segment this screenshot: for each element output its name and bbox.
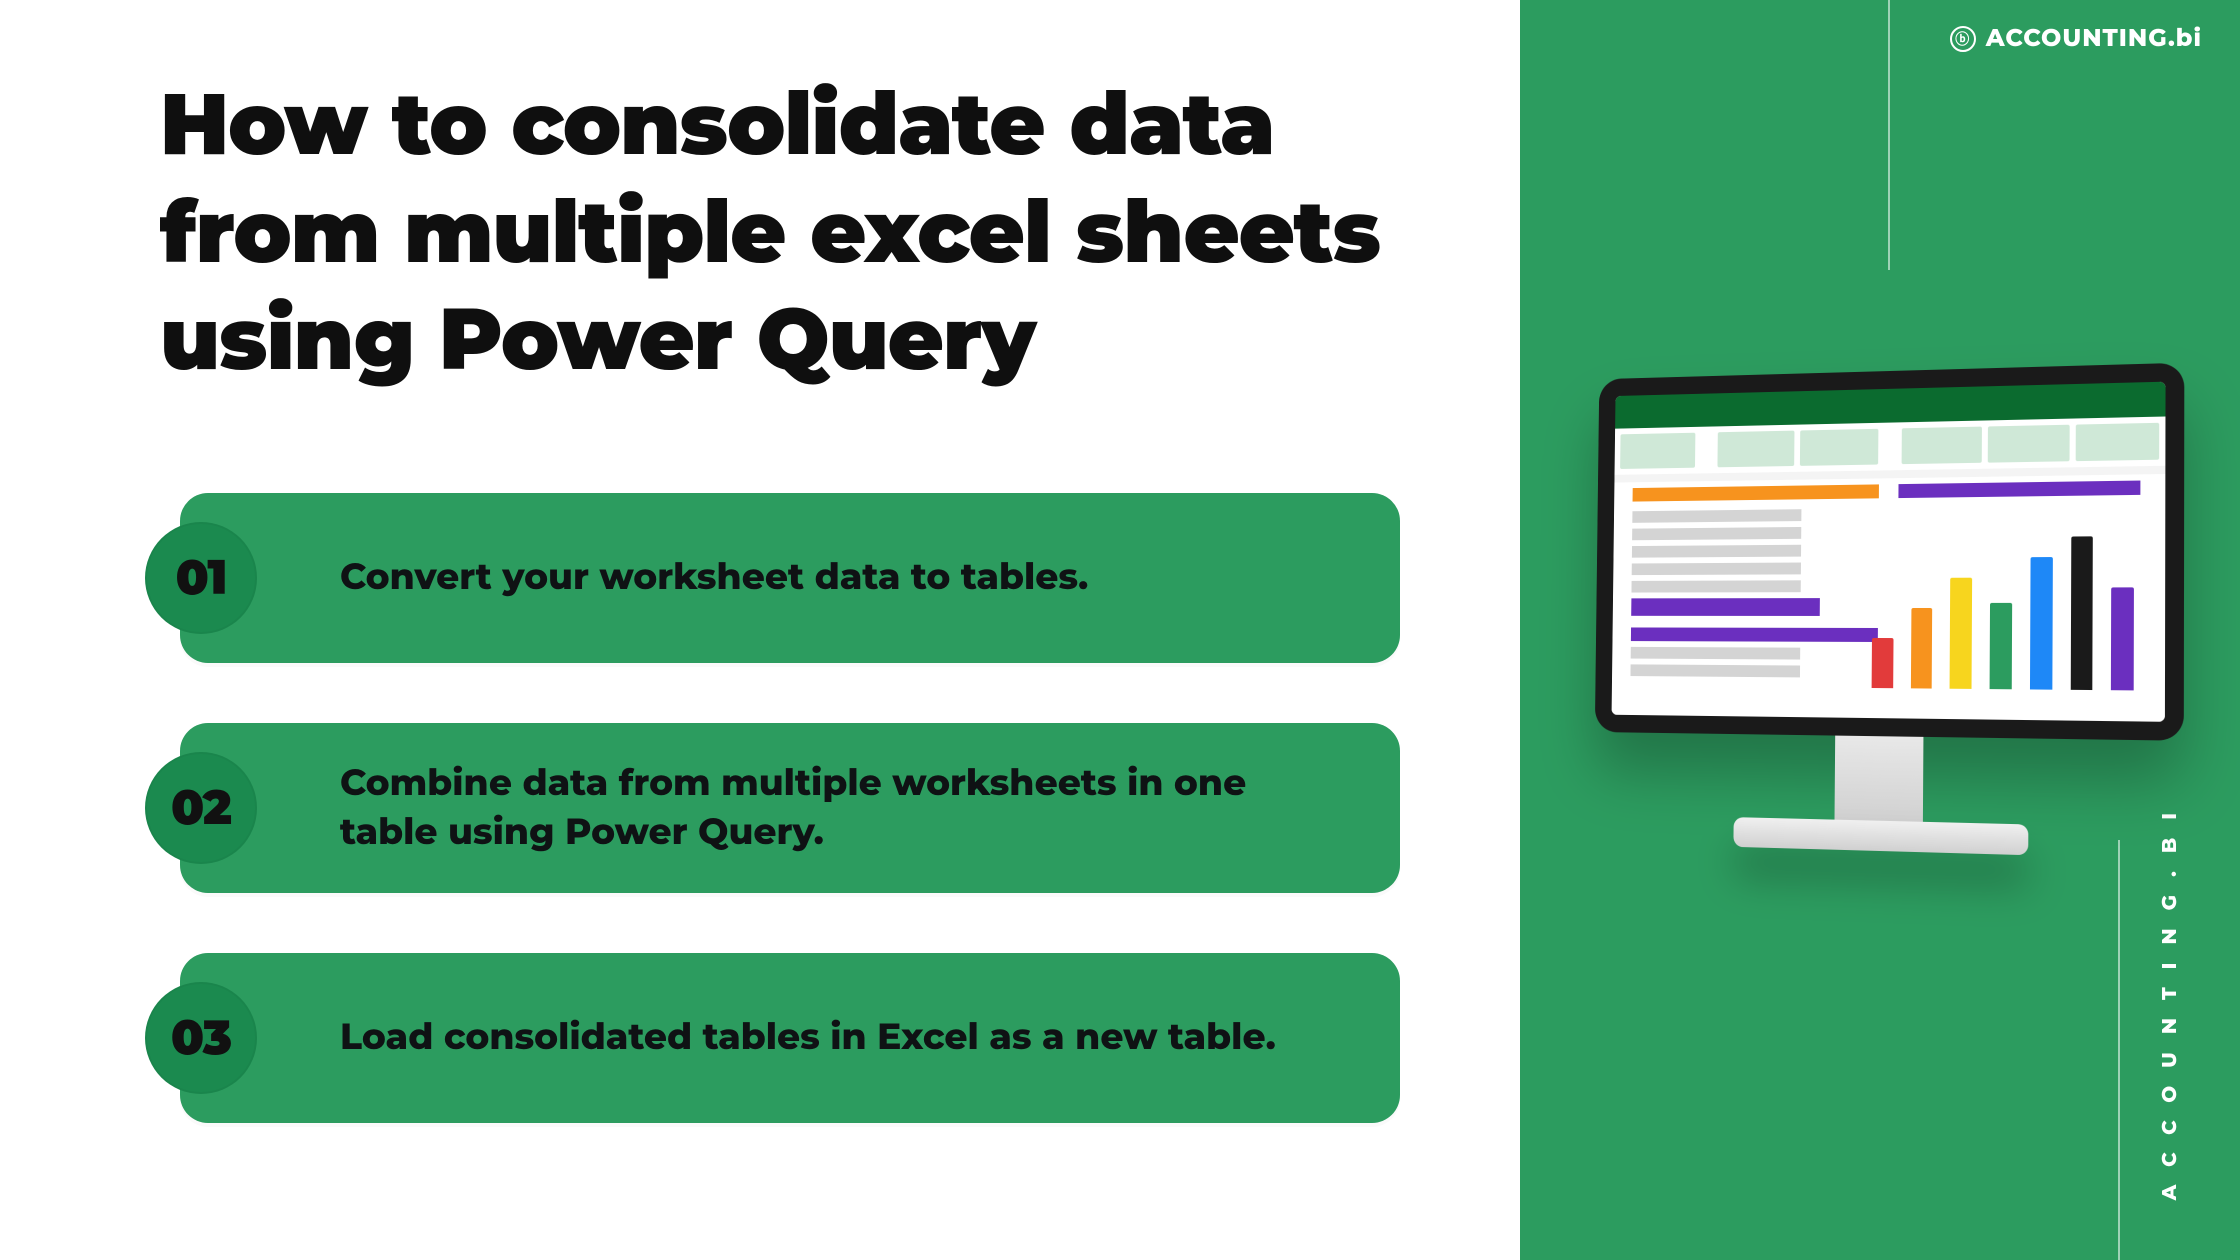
monitor-illustration xyxy=(1593,363,2184,860)
monitor-base xyxy=(1733,817,2028,855)
page-title: How to consolidate data from multiple ex… xyxy=(160,70,1400,393)
decorative-line xyxy=(1888,0,1890,270)
step-badge: 02 xyxy=(145,752,257,864)
step-text: Load consolidated tables in Excel as a n… xyxy=(340,1013,1276,1062)
step-badge: 03 xyxy=(145,982,257,1094)
brand-logo: ⓑ ACCOUNTING.bi xyxy=(1950,24,2202,53)
content-column: How to consolidate data from multiple ex… xyxy=(0,0,1520,1260)
step-bar: Combine data from multiple worksheets in… xyxy=(180,723,1400,893)
step-item: Convert your worksheet data to tables. 0… xyxy=(160,493,1400,663)
step-bar: Convert your worksheet data to tables. xyxy=(180,493,1400,663)
step-number: 01 xyxy=(176,549,227,607)
step-item: Combine data from multiple worksheets in… xyxy=(160,723,1400,893)
decorative-panel: ⓑ ACCOUNTING.bi ACCOUNTING.BI xyxy=(1520,0,2240,1260)
brand-label: ACCOUNTING.bi xyxy=(1986,24,2202,53)
step-badge: 01 xyxy=(145,522,257,634)
infographic-slide: How to consolidate data from multiple ex… xyxy=(0,0,2240,1260)
decorative-line xyxy=(2118,840,2120,1260)
step-number: 02 xyxy=(171,779,231,837)
monitor-stand xyxy=(1834,736,1923,828)
brand-icon: ⓑ xyxy=(1950,26,1976,52)
monitor-screen xyxy=(1612,382,2166,722)
bar-chart-graphic xyxy=(1872,526,2134,691)
step-bar: Load consolidated tables in Excel as a n… xyxy=(180,953,1400,1123)
monitor-frame xyxy=(1595,363,2185,741)
step-item: Load consolidated tables in Excel as a n… xyxy=(160,953,1400,1123)
steps-list: Convert your worksheet data to tables. 0… xyxy=(160,493,1400,1123)
excel-grid-graphic xyxy=(1612,474,2166,722)
step-text: Convert your worksheet data to tables. xyxy=(340,553,1088,602)
step-number: 03 xyxy=(171,1009,231,1067)
step-text: Combine data from multiple worksheets in… xyxy=(340,759,1340,856)
